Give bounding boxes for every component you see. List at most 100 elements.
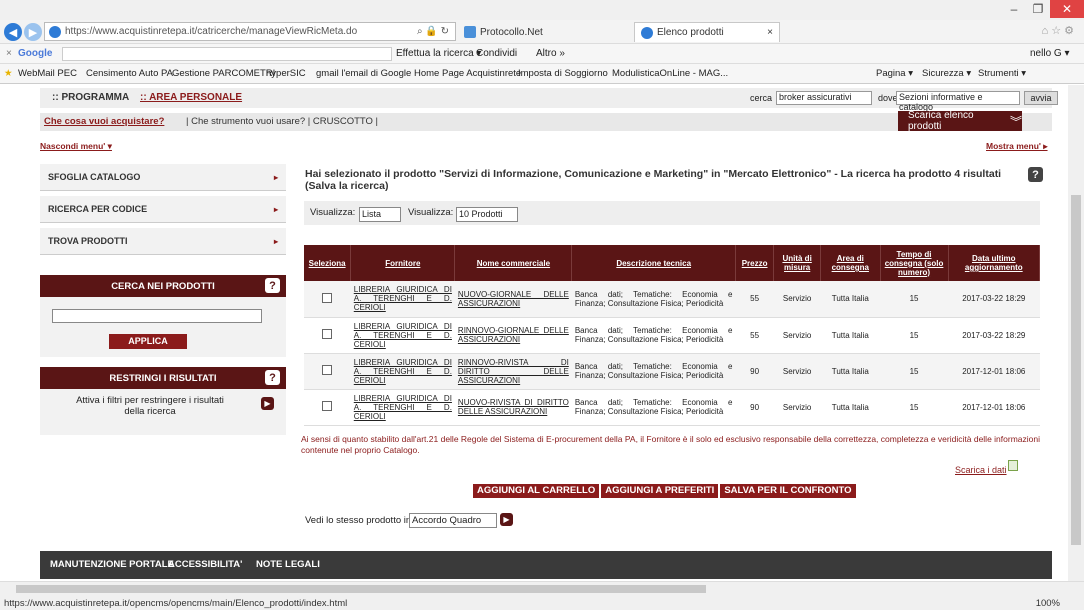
nav-area-personale[interactable]: :: AREA PERSONALE [140,92,242,103]
fav-acquistinrete[interactable]: Home Page Acquistinrete [414,68,521,79]
google-more-button[interactable]: Altro » [536,48,565,59]
tools-menu[interactable]: Strumenti ▾ [978,68,1026,79]
instrument-select[interactable]: Accordo Quadro [409,513,497,528]
cell-fornitore[interactable]: LIBRERIA GIURIDICA DI A. TERENGHI E D. C… [350,317,455,354]
column-header[interactable]: Tempo di consegna (solo numero) [880,245,949,281]
cell-nome[interactable]: RINNOVO-GIORNALE DELLE ASSICURAZIONI [454,317,572,354]
footer-accessibilita-link[interactable]: ACCESSIBILITA' [168,559,242,570]
save-compare-button[interactable]: SALVA PER IL CONFRONTO [720,484,856,498]
add-to-cart-button[interactable]: AGGIUNGI AL CARRELLO [473,484,600,498]
page-menu[interactable]: Pagina ▾ [876,68,913,79]
back-icon[interactable]: ◀ [4,23,22,41]
column-header[interactable]: Prezzo [735,245,775,281]
apply-button[interactable]: APPLICA [109,334,187,349]
maximize-icon[interactable]: ❐ [1026,0,1050,18]
footer-note-legali-link[interactable]: NOTE LEGALI [256,559,320,570]
google-search-input[interactable] [62,47,392,61]
site-search-label: cerca [750,93,773,103]
cell-fornitore[interactable]: LIBRERIA GIURIDICA DI A. TERENGHI E D. C… [350,389,455,426]
cell-nome[interactable]: NUOVO-RIVISTA DI DIRITTO DELLE ASSICURAZ… [454,389,572,426]
select-cell [304,389,351,426]
search-go-button[interactable]: avvia [1024,91,1058,105]
search-scope-select[interactable]: Sezioni informative e catalogo [896,91,1020,112]
arrow-right-icon[interactable]: ▶ [261,397,274,410]
close-toolbar-icon[interactable]: × [6,48,12,59]
help-icon[interactable]: ? [265,278,280,293]
fav-hypersic[interactable]: hyperSIC [266,68,306,79]
fav-soggiorno[interactable]: Imposta di Soggiorno [518,68,608,79]
column-header[interactable]: Data ultimo aggiornamento [948,245,1041,281]
add-to-favorites-button[interactable]: AGGIUNGI A PREFERITI [601,484,719,498]
excel-icon[interactable] [1008,460,1018,471]
page-size-label: Visualizza: [408,207,454,218]
tab-favicon-icon [641,26,653,39]
google-account-button[interactable]: nello G ▾ [1030,48,1069,59]
results-table: Seleziona Fornitore Nome commerciale Descri… [304,245,1041,426]
cell-desc: Banca dati; Tematiche: Economia e Finanz… [571,281,736,318]
horizontal-scrollbar[interactable] [0,581,1084,596]
sub-navigation-links[interactable]: | Che strumento vuoi usare? | CRUSCOTTO … [186,116,378,127]
tab-protocollo[interactable]: Protocollo.Net [458,22,632,42]
tab-close-icon[interactable]: × [767,27,773,38]
cell-nome[interactable]: NUOVO-GIORNALE DELLE ASSICURAZIONI [454,281,572,318]
home-star-gear-icons[interactable]: ⌂ ☆ ⚙ [1042,24,1074,37]
menu-ricerca-codice[interactable]: RICERCA PER CODICE ▸ [40,196,286,223]
column-header[interactable]: Fornitore [350,245,456,281]
scroll-thumb[interactable] [1071,195,1081,545]
security-menu[interactable]: Sicurezza ▾ [922,68,971,79]
results-headline: Hai selezionato il prodotto "Servizi di … [305,168,1002,192]
menu-sfoglia-catalogo[interactable]: SFOGLIA CATALOGO ▸ [40,164,286,191]
tab-elenco-prodotti[interactable]: Elenco prodotti × [634,22,780,42]
column-header[interactable]: Descrizione tecnica [571,245,736,281]
google-search-button[interactable]: Effettua la ricerca ▾ [396,48,481,59]
select-checkbox[interactable] [322,329,333,339]
site-search-input[interactable]: broker assicurativi [776,91,872,105]
help-icon[interactable]: ? [265,370,280,385]
fav-gmail[interactable]: gmail l'email di Google [316,68,411,79]
scroll-thumb[interactable] [16,585,706,593]
column-header[interactable]: Area di consegna [820,245,881,281]
fav-webmail[interactable]: WebMail PEC [18,68,77,79]
select-checkbox[interactable] [322,365,333,375]
status-url: https://www.acquistinretepa.it/opencms/o… [4,598,348,609]
view-mode-select[interactable]: Lista [359,207,401,222]
fav-modulistica[interactable]: ModulisticaOnLine - MAG... [612,68,728,79]
download-data-link[interactable]: Scarica i dati [955,465,1007,475]
google-share-button[interactable]: Condividi [476,48,517,59]
select-checkbox[interactable] [322,401,333,411]
product-search-input[interactable] [52,309,262,323]
download-product-list-button[interactable]: Scarica elenco prodotti ︾ [898,110,1022,132]
nav-programma[interactable]: :: PROGRAMMA [52,92,129,103]
fav-parcometri[interactable]: Gestione PARCOMETRI [172,68,275,79]
select-checkbox[interactable] [322,292,333,303]
link-cosa-acquistare[interactable]: Che cosa vuoi acquistare? [44,116,164,127]
close-icon[interactable]: ✕ [1050,0,1084,18]
menu-trova-prodotti[interactable]: TROVA PRODOTTI ▸ [40,228,286,255]
column-header[interactable]: Unità di misura [773,245,822,281]
vertical-scrollbar[interactable] [1068,85,1084,581]
column-header[interactable]: Nome commerciale [454,245,573,281]
cell-prezzo: 90 [735,389,774,426]
page-content: :: PROGRAMMA :: AREA PERSONALE cerca bro… [0,85,1068,581]
page-size-select[interactable]: 10 Prodotti [456,207,518,222]
cell-desc: Banca dati; Tematiche: Economia e Finanz… [571,353,736,390]
cell-fornitore[interactable]: LIBRERIA GIURIDICA DI A. TERENGHI E D. C… [350,353,455,390]
search-icon[interactable]: ⌕ 🔒 ↻ [417,26,449,37]
cell-fornitore[interactable]: LIBRERIA GIURIDICA DI A. TERENGHI E D. C… [350,281,455,318]
table-row: LIBRERIA GIURIDICA DI A. TERENGHI E D. C… [304,389,1040,426]
hide-menu-link[interactable]: Nascondi menu' ▾ [40,141,112,152]
fav-censimento[interactable]: Censimento Auto PA [86,68,173,79]
cell-area: Tutta Italia [820,389,881,426]
help-icon[interactable]: ? [1028,167,1043,182]
forward-icon[interactable]: ▶ [24,23,42,41]
zoom-level[interactable]: 100% [1036,598,1060,609]
show-menu-link[interactable]: Mostra menu' ▸ [986,141,1048,152]
url-field[interactable]: https://www.acquistinretepa.it/catricerc… [44,22,456,41]
favorites-star-icon[interactable]: ★ [4,68,13,79]
arrow-right-icon[interactable]: ▶ [500,513,513,526]
minimize-icon[interactable]: – [1002,0,1026,18]
table-row: LIBRERIA GIURIDICA DI A. TERENGHI E D. C… [304,353,1040,390]
footer-manutenzione-link[interactable]: MANUTENZIONE PORTALE [50,559,174,570]
cell-nome[interactable]: RINNOVO-RIVISTA DI DIRITTO DELLE ASSICUR… [454,353,572,390]
search-products-header: CERCA NEI PRODOTTI? [40,275,286,297]
